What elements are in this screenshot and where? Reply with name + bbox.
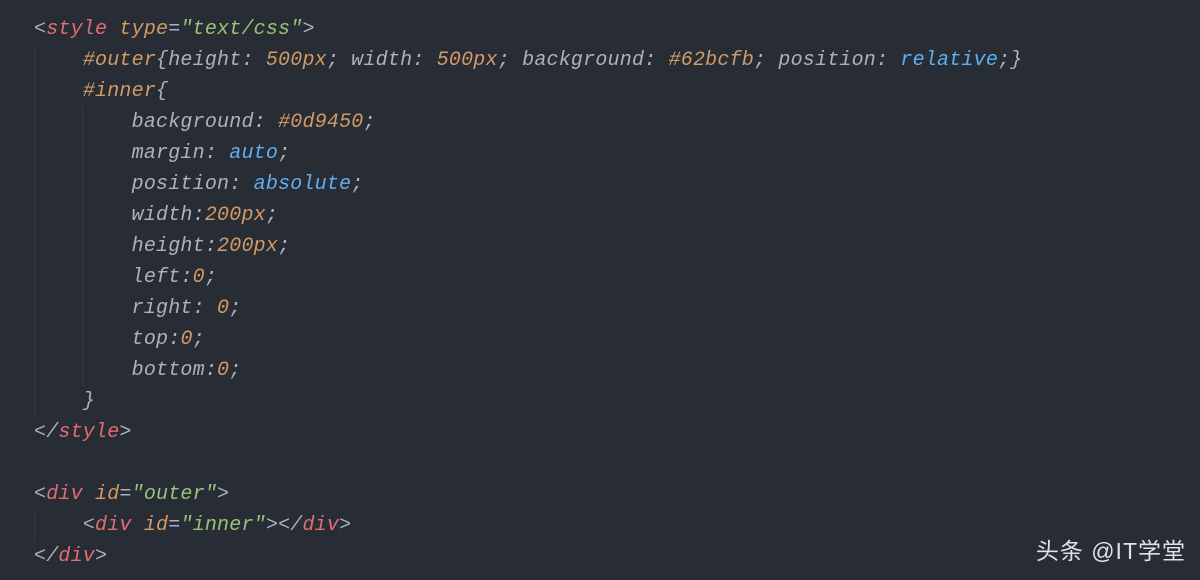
css-selector: #outer [83,49,156,72]
tag-name: div [46,483,83,506]
css-property: height [132,235,205,258]
css-property: right [132,297,193,320]
code-editor-viewport: <style type="text/css"> #outer{height: 5… [34,14,1200,572]
css-value: 0 [193,266,205,289]
code-line: </style> [34,417,1200,448]
attr-value: "text/css" [180,18,302,41]
css-property: bottom [132,359,205,382]
css-value: 500px [266,49,327,72]
attr-value: "outer" [132,483,217,506]
css-property: background [522,49,644,72]
css-value: absolute [254,173,352,196]
attr-value: "inner" [180,514,265,537]
code-line: <div id="inner"></div> [34,510,1200,541]
code-line-blank [34,448,1200,479]
css-property: margin [132,142,205,165]
css-property: width [351,49,412,72]
code-line: background: #0d9450; [34,107,1200,138]
tag-name: div [95,514,132,537]
code-line: margin: auto; [34,138,1200,169]
css-property: position [778,49,876,72]
code-line: left:0; [34,262,1200,293]
css-value: 0 [217,297,229,320]
attr-name: id [95,483,119,506]
css-value: 200px [217,235,278,258]
css-property: position [132,173,230,196]
code-line: width:200px; [34,200,1200,231]
css-value: 500px [437,49,498,72]
code-line: <style type="text/css"> [34,14,1200,45]
code-line: </div> [34,541,1200,572]
watermark-text: 头条 @IT学堂 [1036,534,1186,570]
css-property: top [132,328,169,351]
code-line: <div id="outer"> [34,479,1200,510]
code-line: position: absolute; [34,169,1200,200]
tag-name: style [46,18,107,41]
angle-open: < [34,18,46,41]
code-line: #outer{height: 500px; width: 500px; back… [34,45,1200,76]
code-line: bottom:0; [34,355,1200,386]
tag-name: div [302,514,339,537]
code-line: #inner{ [34,76,1200,107]
code-line: right: 0; [34,293,1200,324]
css-selector: #inner [83,80,156,103]
tag-name: style [58,421,119,444]
code-line: height:200px; [34,231,1200,262]
css-property: background [132,111,254,134]
css-value: 0 [180,328,192,351]
css-value: auto [229,142,278,165]
attr-name: type [119,18,168,41]
css-value: 0 [217,359,229,382]
tag-name: div [58,545,95,568]
css-property: width [132,204,193,227]
code-line: } [34,386,1200,417]
css-value: #62bcfb [669,49,754,72]
attr-name: id [144,514,168,537]
css-property: height [168,49,241,72]
css-value: 200px [205,204,266,227]
css-value: #0d9450 [278,111,363,134]
code-line: top:0; [34,324,1200,355]
css-property: left [132,266,181,289]
css-value: relative [900,49,998,72]
